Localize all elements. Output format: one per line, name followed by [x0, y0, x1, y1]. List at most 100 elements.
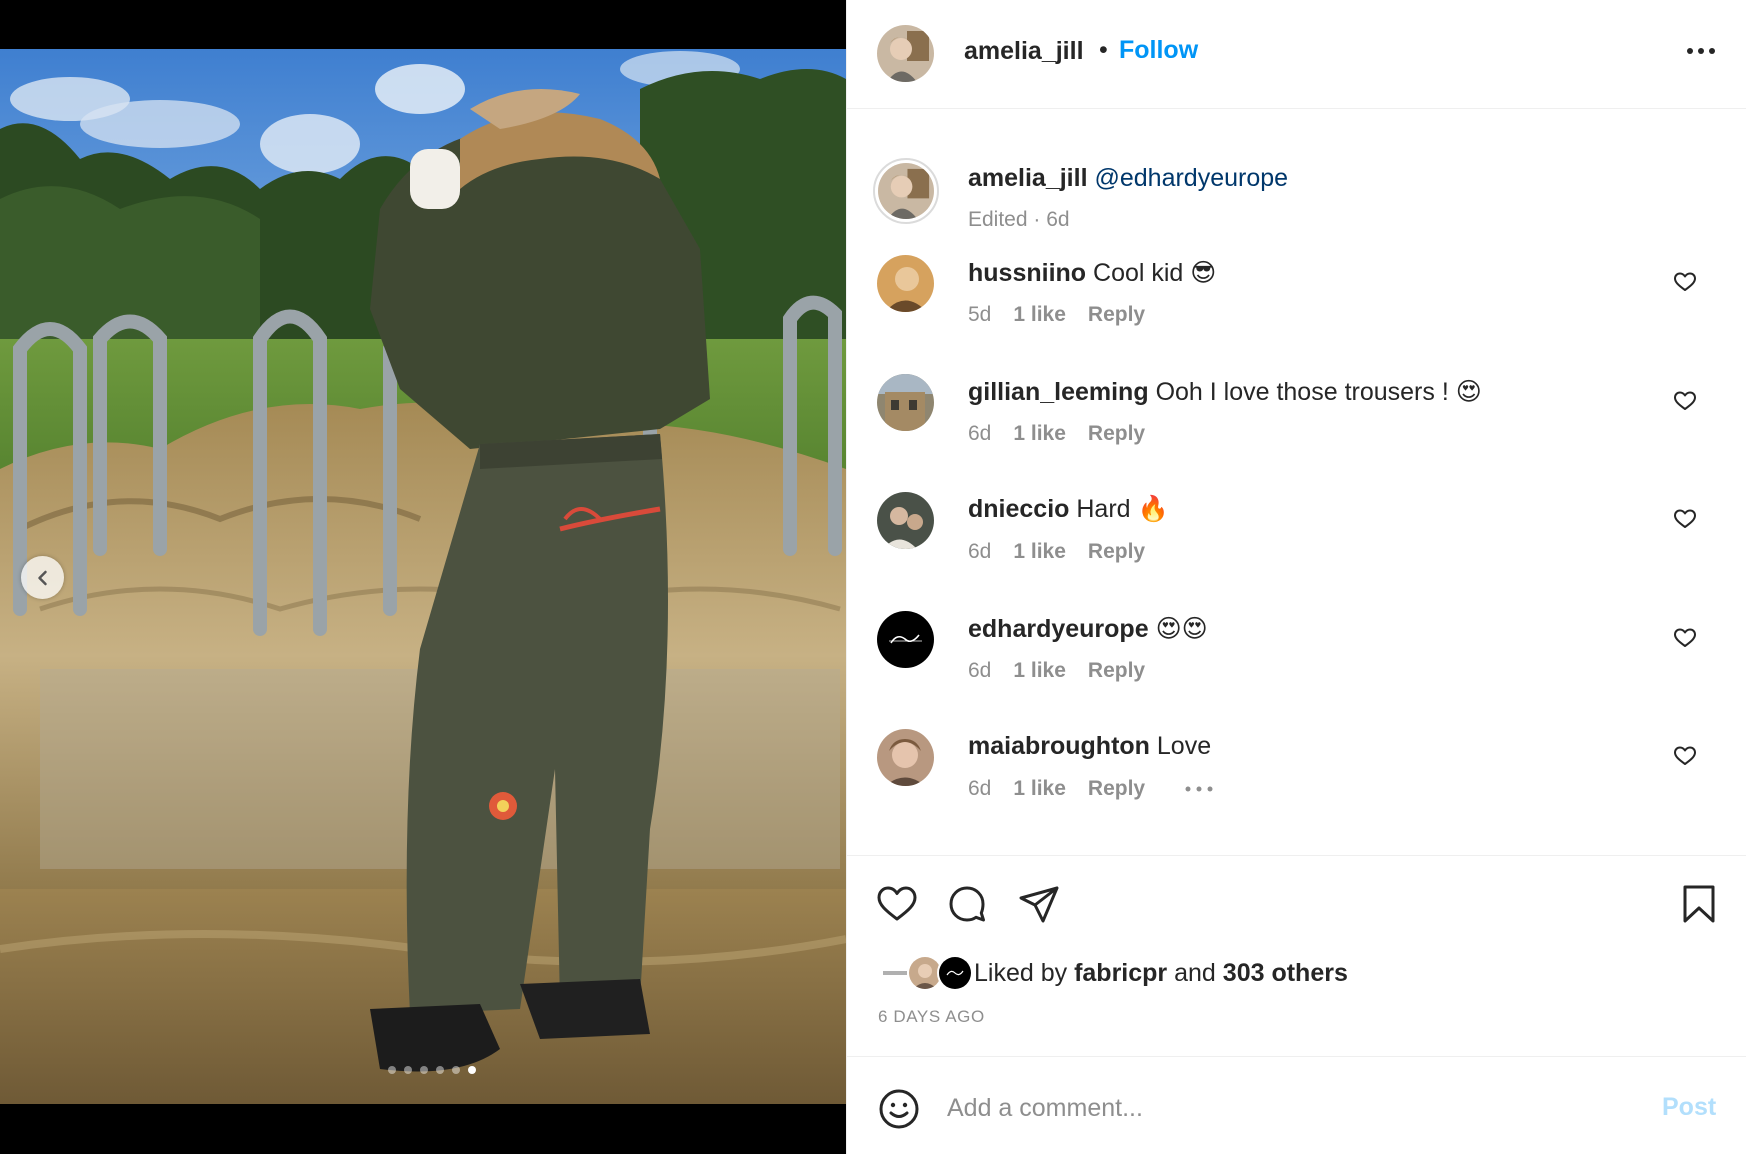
comment-like-button[interactable] [1673, 626, 1697, 650]
heart-outline-icon [1674, 628, 1696, 647]
comment-text: hussniino Cool kid 😎 [968, 258, 1216, 288]
post-photo-illustration [0, 49, 846, 1104]
comment-likes-count[interactable]: 1 like [1013, 422, 1066, 446]
commenter-avatar[interactable] [877, 729, 934, 786]
caption-username[interactable]: amelia_jill [968, 164, 1088, 192]
commenter-avatar-image [877, 255, 934, 312]
follow-button[interactable]: Follow [1119, 36, 1198, 65]
liker-avatar [937, 955, 973, 991]
comment-like-button[interactable] [1673, 744, 1697, 768]
post-photo[interactable] [0, 49, 846, 1104]
post-media [0, 0, 846, 1154]
comment-reply-button[interactable]: Reply [1088, 777, 1145, 801]
commenter-avatar[interactable] [877, 611, 934, 668]
comment-meta: 6d 1 like Reply [968, 777, 1213, 801]
comment-reply-button[interactable]: Reply [1088, 659, 1145, 683]
comment-body: Ooh I love those trousers ! 😍 [1155, 378, 1482, 406]
comment-meta: 6d 1 like Reply [968, 422, 1145, 446]
heart-outline-icon [1674, 746, 1696, 765]
comment-like-button[interactable] [1673, 389, 1697, 413]
comment-like-button[interactable] [1673, 507, 1697, 531]
comment-likes-count[interactable]: 1 like [1013, 303, 1066, 327]
comment-username[interactable]: edhardyeurope [968, 615, 1149, 643]
share-button[interactable] [1017, 882, 1061, 926]
post-header: amelia_jill • Follow [847, 0, 1746, 109]
likes-summary[interactable]: Liked by fabricpr and 303 others [877, 955, 1348, 991]
emoji-picker-button[interactable] [877, 1087, 921, 1131]
carousel-previous-button[interactable] [21, 556, 64, 599]
edhardy-logo-avatar [877, 611, 934, 668]
post-timestamp[interactable]: 6 DAYS AGO [878, 1007, 985, 1027]
comment-username[interactable]: hussniino [968, 259, 1086, 287]
save-button[interactable] [1677, 882, 1721, 926]
caption-text: amelia_jill @edhardyeurope [968, 164, 1288, 193]
comment-username[interactable]: dnieccio [968, 495, 1069, 523]
comments-list[interactable]: amelia_jill @edhardyeurope Edited · 6d h… [847, 110, 1746, 855]
heart-outline-icon [877, 886, 917, 921]
comment-meta: 5d 1 like Reply [968, 303, 1145, 327]
comment-body: Hard 🔥 [1076, 495, 1169, 523]
speech-bubble-icon [949, 886, 985, 922]
more-horizontal-icon [1185, 786, 1213, 792]
comment-body: 😍😍 [1155, 615, 1208, 643]
liker-avatars [877, 955, 974, 991]
comment-likes-count[interactable]: 1 like [1013, 540, 1066, 564]
like-button[interactable] [875, 882, 919, 926]
comment-item: gillian_leeming Ooh I love those trouser… [847, 374, 1746, 482]
commenter-avatar[interactable] [877, 255, 934, 312]
comment-age: 6d [968, 777, 992, 800]
comment-item: hussniino Cool kid 😎 5d 1 like Reply [847, 255, 1746, 363]
more-options-button[interactable] [1681, 36, 1721, 66]
comment-item: maiabroughton Love 6d 1 like Reply [847, 729, 1746, 837]
smiley-icon [879, 1089, 919, 1129]
instagram-post-view: amelia_jill • Follow amelia_jill @edhard… [0, 0, 1746, 1154]
more-horizontal-icon [1687, 48, 1715, 54]
heart-outline-icon [1674, 272, 1696, 291]
edhardy-logo-avatar [939, 957, 971, 989]
comment-button[interactable] [945, 882, 989, 926]
comment-age: 6d [968, 659, 992, 682]
post-actions: Liked by fabricpr and 303 others 6 DAYS … [847, 855, 1746, 1055]
heart-outline-icon [1674, 391, 1696, 410]
caption-meta: Edited · 6d [968, 208, 1070, 231]
likes-first-user[interactable]: fabricpr [1074, 959, 1167, 987]
comment-meta: 6d 1 like Reply [968, 540, 1145, 564]
comment-reply-button[interactable]: Reply [1088, 422, 1145, 446]
commenter-avatar-image [877, 492, 934, 549]
comment-options-button[interactable] [1185, 786, 1213, 792]
commenter-avatar-image [877, 374, 934, 431]
comment-likes-count[interactable]: 1 like [1013, 777, 1066, 801]
caption-author-avatar[interactable] [873, 158, 939, 224]
comment-text: gillian_leeming Ooh I love those trouser… [968, 377, 1482, 407]
comment-username[interactable]: maiabroughton [968, 732, 1150, 760]
comment-text: maiabroughton Love [968, 732, 1211, 761]
comment-like-button[interactable] [1673, 270, 1697, 294]
carousel-dot-active [468, 1066, 476, 1074]
comment-body: Love [1156, 732, 1212, 760]
carousel-dot [404, 1066, 412, 1074]
comment-reply-button[interactable]: Reply [1088, 303, 1145, 327]
comment-username[interactable]: gillian_leeming [968, 378, 1149, 406]
likes-others-count[interactable]: 303 others [1223, 959, 1348, 987]
comment-reply-button[interactable]: Reply [1088, 540, 1145, 564]
commenter-avatar[interactable] [877, 374, 934, 431]
comment-age: 6d [968, 422, 992, 445]
chevron-left-icon [37, 570, 47, 585]
heart-outline-icon [1674, 509, 1696, 528]
comment-item: edhardyeurope 😍😍 6d 1 like Reply [847, 611, 1746, 719]
add-comment-input[interactable] [947, 1085, 1627, 1131]
caption-mention-link[interactable]: @edhardyeurope [1094, 164, 1288, 192]
author-avatar[interactable] [877, 25, 934, 82]
bookmark-icon [1683, 885, 1715, 923]
carousel-dot [436, 1066, 444, 1074]
carousel-indicator [388, 1066, 476, 1074]
commenter-avatar[interactable] [877, 492, 934, 549]
comment-text: edhardyeurope 😍😍 [968, 614, 1208, 644]
likes-conjunction: and [1174, 958, 1216, 987]
post-comment-button[interactable]: Post [1662, 1093, 1716, 1122]
caption-author-avatar-image [878, 163, 934, 219]
author-username[interactable]: amelia_jill [964, 37, 1084, 66]
author-avatar-image [877, 25, 934, 82]
post-caption: amelia_jill @edhardyeurope Edited · 6d [847, 134, 1746, 231]
comment-likes-count[interactable]: 1 like [1013, 659, 1066, 683]
